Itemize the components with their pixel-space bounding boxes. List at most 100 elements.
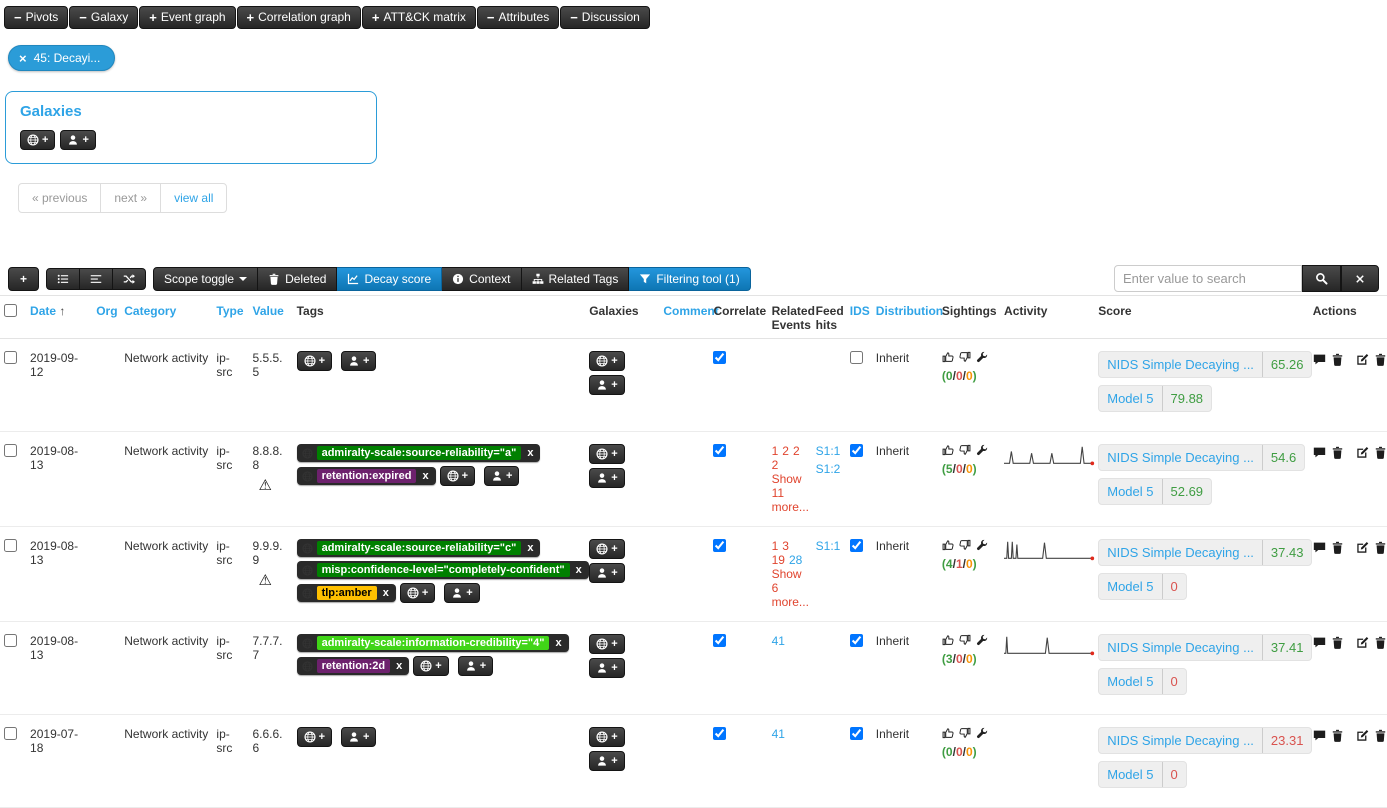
edit-attribute-button[interactable] <box>1356 541 1369 554</box>
thumbs-down-icon[interactable] <box>959 351 971 363</box>
add-local-tag-button[interactable]: + <box>458 656 493 676</box>
toggle-ids-checkbox[interactable] <box>850 727 863 740</box>
related-event-link[interactable]: 19 <box>772 553 785 567</box>
nav-tab-pivots[interactable]: −Pivots <box>4 6 68 29</box>
soft-delete-button[interactable] <box>1331 353 1344 366</box>
soft-delete-button[interactable] <box>1331 446 1344 459</box>
related-event-link[interactable]: 2 <box>782 444 789 458</box>
delete-attribute-button[interactable] <box>1374 541 1387 554</box>
decay-score-button[interactable]: Decay score <box>337 267 442 291</box>
wrench-icon[interactable] <box>976 634 988 646</box>
col-header-type[interactable]: Type <box>212 296 248 339</box>
add-attribute-button[interactable]: + <box>8 267 39 291</box>
row-select-checkbox[interactable] <box>4 539 17 552</box>
wrench-icon[interactable] <box>976 727 988 739</box>
clear-search-button[interactable] <box>1341 265 1379 292</box>
add-galaxy-button[interactable]: + <box>589 727 624 747</box>
delete-attribute-button[interactable] <box>1374 636 1387 649</box>
delete-attribute-button[interactable] <box>1374 729 1387 742</box>
add-local-galaxy-button[interactable]: + <box>589 563 624 583</box>
list-view-button[interactable] <box>46 268 80 290</box>
row-select-checkbox[interactable] <box>4 351 17 364</box>
decay-score-badge[interactable]: NIDS Simple Decaying ...65.26 <box>1098 351 1312 378</box>
decay-score-badge[interactable]: NIDS Simple Decaying ...54.6 <box>1098 444 1305 471</box>
col-header-comment[interactable]: Comment <box>659 296 709 339</box>
add-local-galaxy-button[interactable]: + <box>589 751 624 771</box>
thumbs-down-icon[interactable] <box>959 727 971 739</box>
pivot-pill[interactable]: × 45: Decayi... <box>8 45 115 71</box>
delete-attribute-button[interactable] <box>1374 353 1387 366</box>
shuffle-view-button[interactable] <box>113 268 146 290</box>
col-header-date[interactable]: Date ↑ <box>26 296 92 339</box>
view-all-button[interactable]: view all <box>160 183 227 213</box>
related-event-link[interactable]: 28 <box>789 553 802 567</box>
toggle-correlation-checkbox[interactable] <box>713 351 726 364</box>
add-local-tag-button[interactable]: + <box>341 351 376 371</box>
thumbs-down-icon[interactable] <box>959 444 971 456</box>
decay-score-badge[interactable]: Model 579.88 <box>1098 385 1212 412</box>
edit-attribute-button[interactable] <box>1356 729 1369 742</box>
remove-tag-button[interactable]: x <box>381 587 391 599</box>
add-tag-button[interactable]: + <box>413 656 448 676</box>
nav-tab-attributes[interactable]: −Attributes <box>477 6 559 29</box>
row-select-checkbox[interactable] <box>4 727 17 740</box>
toggle-correlation-checkbox[interactable] <box>713 727 726 740</box>
select-all-checkbox[interactable] <box>4 304 17 317</box>
remove-tag-button[interactable]: x <box>525 542 535 554</box>
col-header-category[interactable]: Category <box>120 296 212 339</box>
col-header-distribution[interactable]: Distribution <box>872 296 938 339</box>
add-local-tag-button[interactable]: + <box>484 466 519 486</box>
related-event-link[interactable]: Show 6 more... <box>772 567 809 609</box>
col-header-org[interactable]: Org <box>92 296 120 339</box>
wrench-icon[interactable] <box>976 539 988 551</box>
search-input[interactable] <box>1114 265 1302 292</box>
toggle-ids-checkbox[interactable] <box>850 444 863 457</box>
related-event-link[interactable]: 1 <box>772 444 779 458</box>
remove-tag-button[interactable]: x <box>420 470 430 482</box>
add-tag-button[interactable]: + <box>297 351 332 371</box>
wrench-icon[interactable] <box>976 444 988 456</box>
related-event-link[interactable]: 41 <box>772 634 785 648</box>
add-local-galaxy-button[interactable]: + <box>589 658 624 678</box>
soft-delete-button[interactable] <box>1331 541 1344 554</box>
related-event-link[interactable]: 2 <box>772 458 779 472</box>
add-local-galaxy-button[interactable]: + <box>589 468 624 488</box>
attribute-tag[interactable]: tlp:amberx <box>297 584 396 602</box>
add-galaxy-button[interactable]: + <box>589 539 624 559</box>
add-local-galaxy-button[interactable]: + <box>589 375 624 395</box>
nav-tab-event-graph[interactable]: +Event graph <box>139 6 235 29</box>
thumbs-down-icon[interactable] <box>959 539 971 551</box>
add-local-tag-button[interactable]: + <box>341 727 376 747</box>
edit-attribute-button[interactable] <box>1356 446 1369 459</box>
add-tag-button[interactable]: + <box>297 727 332 747</box>
annotate-button[interactable] <box>1313 729 1326 742</box>
toggle-ids-checkbox[interactable] <box>850 539 863 552</box>
filtering-tool-button[interactable]: Filtering tool (1) <box>629 267 750 291</box>
thumbs-up-icon[interactable] <box>942 727 954 739</box>
annotate-button[interactable] <box>1313 541 1326 554</box>
attribute-tag[interactable]: retention:expiredx <box>297 467 436 485</box>
remove-tag-button[interactable]: x <box>394 660 404 672</box>
attribute-tag[interactable]: admiralty-scale:information-credibility=… <box>297 634 569 652</box>
feed-hit-link[interactable]: S1:1 <box>816 444 842 458</box>
nav-tab-discussion[interactable]: −Discussion <box>560 6 650 29</box>
feed-hit-link[interactable]: S1:1 <box>816 539 842 553</box>
attribute-tag[interactable]: misp:confidence-level="completely-confid… <box>297 561 589 579</box>
deleted-button[interactable]: Deleted <box>258 267 337 291</box>
scope-toggle-button[interactable]: Scope toggle <box>153 267 258 291</box>
decay-score-badge[interactable]: Model 50 <box>1098 573 1186 600</box>
thumbs-down-icon[interactable] <box>959 634 971 646</box>
col-header-value[interactable]: Value <box>248 296 292 339</box>
decay-score-badge[interactable]: NIDS Simple Decaying ...37.41 <box>1098 634 1312 661</box>
add-local-galaxy-button[interactable]: + <box>60 130 95 150</box>
related-event-link[interactable]: 3 <box>782 539 789 553</box>
related-event-link[interactable]: 2 <box>793 444 800 458</box>
close-pivot-icon[interactable]: × <box>19 52 27 65</box>
add-tag-button[interactable]: + <box>400 583 435 603</box>
annotate-button[interactable] <box>1313 446 1326 459</box>
attribute-tag[interactable]: retention:2dx <box>297 657 410 675</box>
wrench-icon[interactable] <box>976 351 988 363</box>
related-tags-button[interactable]: Related Tags <box>522 267 630 291</box>
row-select-checkbox[interactable] <box>4 634 17 647</box>
edit-attribute-button[interactable] <box>1356 353 1369 366</box>
